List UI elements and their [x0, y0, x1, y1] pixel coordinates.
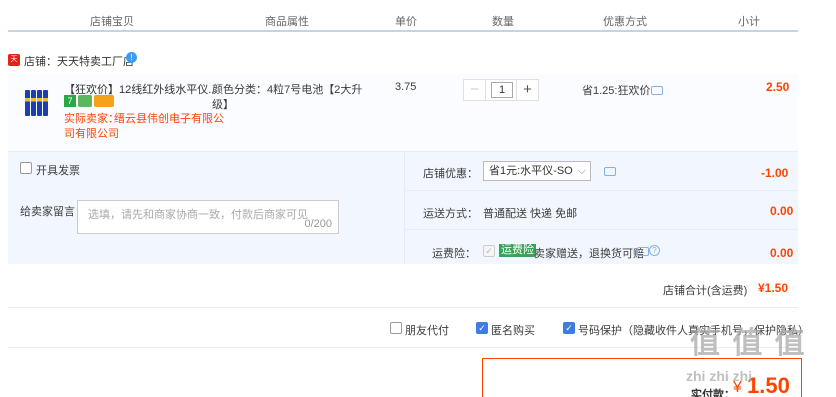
increase-button[interactable]: +: [516, 80, 538, 100]
insurance-desc: 卖家赠送，退换货可赔: [534, 248, 644, 260]
pay-label: 实付款：: [691, 389, 735, 397]
header-discount: 优惠方式: [603, 16, 647, 28]
friend-pay-label: 朋友代付: [405, 325, 449, 337]
store-discount-select[interactable]: 省1元:水平仪-SO ⌵: [483, 161, 591, 181]
tmall-icon: 天猫: [8, 54, 20, 75]
divider: [8, 307, 798, 308]
store-name-link[interactable]: 店铺：天天特卖工厂店: [24, 53, 134, 69]
chevron-down-icon: ⌵: [577, 165, 586, 177]
header-divider: [8, 30, 798, 32]
store-discount-amount: -1.00: [761, 166, 789, 180]
divider: [404, 190, 798, 191]
item-attributes: 颜色分类：4粒7号电池【2大升: [212, 84, 363, 96]
product-thumbnail[interactable]: [22, 86, 50, 118]
seller-label: 实际卖家：: [64, 113, 119, 125]
chat-icon[interactable]: [604, 167, 616, 176]
pay-currency: ¥: [733, 379, 742, 396]
header-price: 单价: [395, 16, 417, 28]
seller-message-field[interactable]: 选填，请先和商家协商一致，付款后商家可见 0/200: [77, 200, 339, 234]
quantity-input[interactable]: 1: [491, 82, 513, 98]
invoice-label: 开具发票: [36, 165, 80, 177]
chat-icon[interactable]: [651, 86, 663, 95]
header-subtotal: 小计: [738, 16, 760, 28]
guarantee-icon[interactable]: [78, 95, 92, 107]
header-store-item: 店铺宝贝: [90, 16, 134, 28]
chat-icon[interactable]: [637, 247, 649, 256]
shipping-amount: 0.00: [770, 204, 794, 218]
store-total-label: 店铺合计(含运费): [663, 285, 748, 297]
pay-amount: 1.50: [747, 373, 790, 397]
divider: [8, 347, 798, 348]
anonymous-label: 匿名购买: [491, 325, 535, 337]
insurance-checkbox[interactable]: ✓: [483, 245, 495, 257]
insurance-label: 运费险：: [432, 248, 476, 260]
header-quantity: 数量: [492, 16, 514, 28]
credit-card-icon[interactable]: [94, 95, 114, 107]
anonymous-checkbox[interactable]: ✓: [476, 322, 488, 334]
shipping-value: 普通配送 快递 免邮: [483, 208, 578, 220]
payment-summary-box: 实付款： ¥ 1.50: [482, 358, 802, 397]
help-icon[interactable]: ?: [649, 245, 660, 256]
divider: [404, 229, 798, 230]
shipping-label: 运送方式：: [423, 208, 478, 220]
friend-pay-checkbox[interactable]: [390, 322, 402, 334]
item-subtotal: 2.50: [766, 80, 790, 94]
store-total-value: ¥1.50: [758, 281, 789, 295]
quantity-stepper: − 1 +: [463, 79, 539, 101]
insurance-badge: 运费险: [499, 244, 536, 257]
store-discount-label: 店铺优惠：: [423, 168, 478, 180]
invoice-checkbox[interactable]: [20, 162, 32, 174]
decrease-button[interactable]: −: [464, 80, 486, 100]
message-char-count: 0/200: [304, 218, 332, 230]
seller-name-cont[interactable]: 司有限公司: [64, 125, 119, 141]
seller-name[interactable]: 缙云县伟创电子有限公: [114, 110, 224, 126]
item-discount: 省1.25:狂欢价: [582, 85, 651, 97]
seven-day-return-icon[interactable]: 7: [64, 95, 76, 107]
store-discount-value: 省1元:水平仪-SO: [489, 165, 573, 177]
number-protect-checkbox[interactable]: ✓: [563, 322, 575, 334]
unit-price: 3.75: [395, 81, 417, 93]
info-icon[interactable]: !: [126, 52, 137, 63]
message-placeholder: 选填，请先和商家协商一致，付款后商家可见: [88, 209, 308, 221]
insurance-amount: 0.00: [770, 246, 794, 260]
header-attributes: 商品属性: [265, 16, 309, 28]
item-attributes-cont: 级】: [212, 99, 234, 111]
number-protect-label: 号码保护（隐藏收件人真实手机号，保护隐私）: [578, 325, 809, 337]
